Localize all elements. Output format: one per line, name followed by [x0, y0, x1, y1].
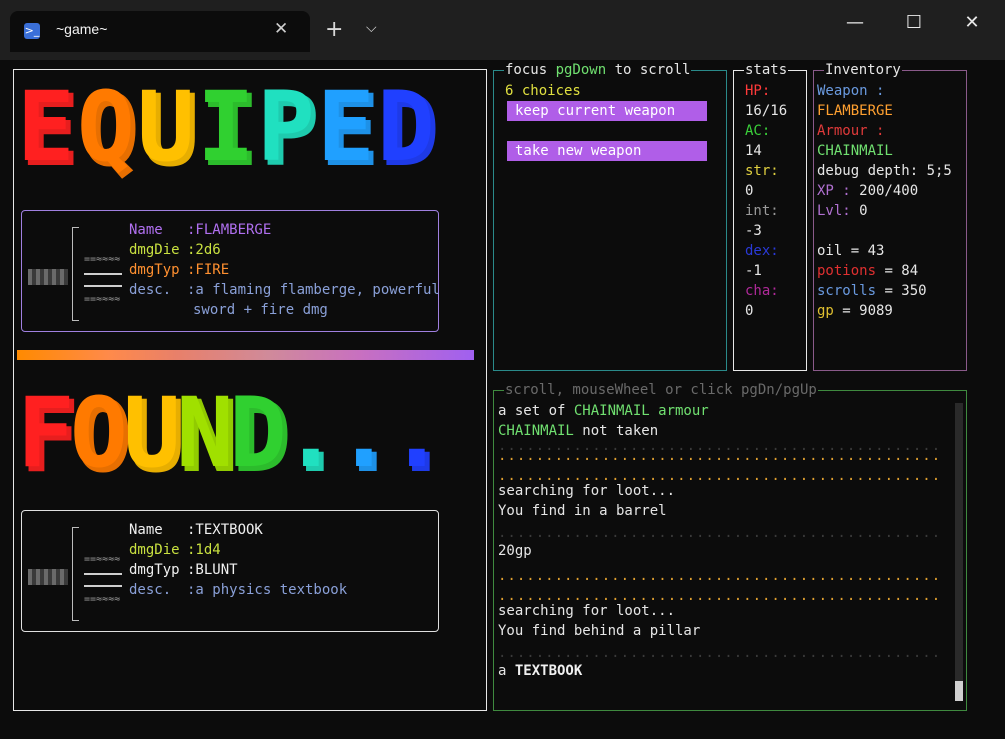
log-separator: ........................................…: [498, 569, 944, 583]
log-line: a TEXTBOOK: [498, 663, 583, 679]
stat-value: -1: [745, 263, 762, 279]
weapon-die-row: dmgDie:2d6: [129, 242, 221, 258]
found-name-row: Name:TEXTBOOK: [129, 522, 263, 538]
log-line: You find in a barrel: [498, 503, 667, 519]
stat-value: 0: [745, 303, 754, 319]
close-tab-button[interactable]: ✕: [274, 19, 288, 39]
banner-letter: EE: [17, 71, 80, 187]
log-line: searching for loot...: [498, 483, 676, 499]
banner-letter: NN: [176, 377, 239, 493]
weapon-label: Weapon :: [817, 83, 885, 99]
log-separator: ........................................…: [498, 526, 944, 540]
sword-icon: ==≈≈≈≈ ==≈≈≈≈: [26, 223, 122, 321]
banner-letter: QQ: [77, 71, 140, 187]
stat-label: dex:: [745, 243, 779, 259]
equipped-weapon-card: ==≈≈≈≈ ==≈≈≈≈ Name:FLAMBERGE dmgDie:2d6 …: [21, 210, 440, 332]
banner-letter: DD: [377, 71, 440, 187]
stats-panel-title: stats: [744, 62, 789, 78]
chevron-down-icon[interactable]: ⌵: [366, 20, 377, 36]
new-tab-button[interactable]: +: [325, 17, 343, 43]
log-line: 20gp: [498, 543, 532, 559]
choices-panel: focus pgDown to scroll 6 choices keep cu…: [493, 62, 727, 371]
banner-letter: PP: [257, 71, 320, 187]
found-die-row: dmgDie:1d4: [129, 542, 221, 558]
stat-label: str:: [745, 163, 779, 179]
banner-letter: FF: [17, 377, 80, 493]
log-line: You find behind a pillar: [498, 623, 701, 639]
scrolls-row: scrolls = 350: [817, 283, 927, 299]
weapon-value: FLAMBERGE: [817, 103, 893, 119]
stat-value: -3: [745, 223, 762, 239]
banner-letter: ..: [282, 377, 345, 493]
armour-value: CHAINMAIL: [817, 143, 893, 159]
debug-depth: debug depth: 5;5: [817, 163, 952, 179]
found-type-row: dmgTyp:BLUNT: [129, 562, 238, 578]
banner-letter: OO: [70, 377, 133, 493]
stat-value: 16/16: [745, 103, 788, 119]
close-window-button[interactable]: ✕: [957, 12, 987, 33]
weapon-name-row: Name:FLAMBERGE: [129, 222, 272, 238]
log-line: searching for loot...: [498, 603, 676, 619]
banner-letter: UU: [137, 71, 200, 187]
log-line: a set of CHAINMAIL armour: [498, 403, 709, 419]
message-log-title: scroll, mouseWheel or click pgDn/pgUp: [504, 382, 818, 398]
inventory-panel: Inventory Weapon : FLAMBERGE Armour : CH…: [813, 62, 967, 371]
tab-game[interactable]: >_ ~game~ ✕: [10, 11, 310, 52]
inventory-panel-title: Inventory: [824, 62, 902, 78]
tab-title: ~game~: [56, 21, 108, 37]
message-log-panel[interactable]: scroll, mouseWheel or click pgDn/pgUp a …: [493, 382, 967, 711]
weapon-desc-cont: sword + fire dmg: [193, 302, 328, 318]
stat-label: cha:: [745, 283, 779, 299]
stat-label: HP:: [745, 83, 771, 99]
minimize-button[interactable]: —: [840, 12, 870, 33]
banner-letter: DD: [229, 377, 292, 493]
stats-panel: stats HP: 16/16 AC: 14 str: 0 int: -3 dex: -1 cha:…: [733, 62, 807, 371]
armour-label: Armour :: [817, 123, 885, 139]
log-scrollbar[interactable]: [955, 403, 963, 701]
log-separator: ........................................…: [498, 449, 944, 463]
found-banner: FFOOUUNNDD......: [17, 377, 451, 496]
oil-row: oil = 43: [817, 243, 885, 259]
weapon-type-row: dmgTyp:FIRE: [129, 262, 230, 278]
stat-value: 0: [745, 183, 754, 199]
choices-panel-title: focus pgDown to scroll: [504, 62, 692, 78]
weapon-desc-row: desc.:a flaming flamberge, powerful: [129, 282, 440, 298]
take-weapon-button[interactable]: take new weapon: [507, 141, 707, 161]
found-weapon-card: ==≈≈≈≈ ==≈≈≈≈ Name:TEXTBOOK dmgDie:1d4 d…: [21, 510, 439, 632]
banner-letter: EE: [317, 71, 380, 187]
xp-row: XP : 200/400: [817, 183, 919, 199]
choices-count: 6 choices: [505, 83, 581, 99]
title-bar: >_ ~game~ ✕ + ⌵ — ☐ ✕: [0, 0, 1005, 60]
banner-letter: ..: [388, 377, 451, 493]
stat-label: int:: [745, 203, 779, 219]
found-desc-row: desc.:a physics textbook: [129, 582, 348, 598]
terminal-icon: >_: [24, 23, 40, 39]
stat-label: AC:: [745, 123, 771, 139]
gp-row: gp = 9089: [817, 303, 893, 319]
banner-letter: ..: [335, 377, 398, 493]
banner-letter: II: [197, 71, 260, 187]
keep-weapon-button[interactable]: keep current weapon: [507, 101, 707, 121]
log-separator: ........................................…: [498, 646, 944, 660]
log-line: CHAINMAIL not taken: [498, 423, 659, 439]
stat-value: 14: [745, 143, 762, 159]
log-scrollbar-thumb[interactable]: [955, 681, 963, 701]
rainbow-divider: [17, 350, 474, 360]
potions-row: potions = 84: [817, 263, 919, 279]
lvl-row: Lvl: 0: [817, 203, 868, 219]
banner-letter: UU: [123, 377, 186, 493]
equiped-banner: EEQQUUIIPPEEDD: [17, 72, 441, 194]
sword-icon: ==≈≈≈≈ ==≈≈≈≈: [26, 523, 122, 621]
maximize-button[interactable]: ☐: [899, 12, 929, 33]
